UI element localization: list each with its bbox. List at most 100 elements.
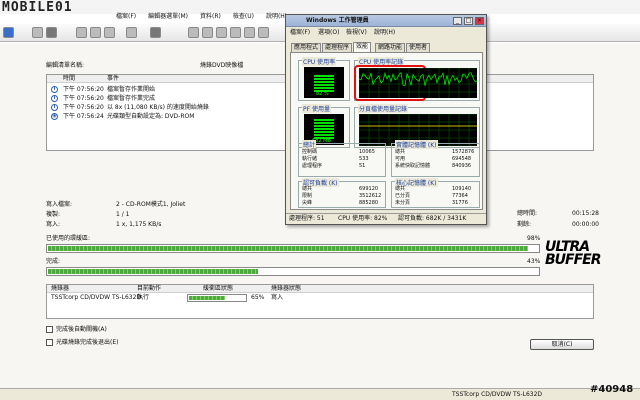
table-row[interactable]: TSSTcorp CD/DVDW TS-L632D 執行 65% 寫入 (47, 294, 593, 303)
tm-menu-help[interactable]: 說明(H) (374, 30, 395, 36)
commit-charge-group: 認可負載 (K) 總共 699120 限制 3512612 尖峰 885280 (298, 178, 386, 208)
menu-file[interactable]: 檔案(F) (116, 13, 136, 20)
drive-name: TSSTcorp CD/DVDW TS-L632D (51, 294, 142, 301)
status-processes: 處理程序: 51 (289, 215, 325, 222)
minimize-icon[interactable]: _ (453, 17, 462, 25)
write-mode-value: 2 - CD-ROM模式1, Joliet (116, 201, 186, 208)
menu-check[interactable]: 檢查(U) (233, 13, 254, 20)
task-manager-titlebar[interactable]: Windows 工作管理員 _ □ × (286, 15, 486, 27)
tab-processes[interactable]: 處理程序 (322, 43, 353, 52)
close-icon[interactable]: × (475, 17, 484, 25)
log-time: 下午 07:56:24 (63, 113, 104, 120)
maximize-icon[interactable]: □ (464, 17, 473, 25)
drive-buffer-percent: 65% (251, 294, 265, 301)
kernel-memory-group: 核心記憶體 (K) 總共 109140 已分頁 77364 未分頁 31776 (391, 178, 480, 208)
buffer-used-fill (48, 246, 529, 251)
write-mode-label: 寫入檔案: (46, 201, 73, 208)
status-drive: TSSTcorp CD/DVDW TS-L632D (452, 391, 543, 398)
shutdown-checkbox[interactable] (46, 326, 53, 333)
tab-applications[interactable]: 應用程式 (291, 43, 322, 52)
buffer-used-bar (46, 244, 540, 253)
col-event: 事件 (107, 75, 120, 82)
buffer-used-percent: 98% (527, 235, 541, 242)
device-table[interactable]: 燒錄器 目前動作 緩衝區狀態 燒錄器狀態 TSSTcorp CD/DVDW TS… (46, 284, 594, 319)
menu-data[interactable]: 資料(R) (200, 13, 221, 20)
info-icon: i (51, 104, 58, 111)
device-header: 燒錄器 目前動作 緩衝區狀態 燒錄器狀態 (47, 285, 593, 293)
burn-icon[interactable] (150, 27, 161, 38)
tm-menu-options[interactable]: 選項(O) (318, 30, 339, 36)
properties-icon[interactable] (188, 27, 199, 38)
ultrabuffer-logo: ULTRA BUFFER (545, 239, 602, 268)
done-progress-bar (46, 267, 540, 276)
col-buffer: 緩衝區狀態 (203, 285, 234, 292)
project-label: 編輯清單名稱: (46, 62, 85, 69)
task-manager-window[interactable]: Windows 工作管理員 _ □ × 檔案(F) 選項(O) 檢視(V) 說明… (285, 14, 487, 225)
menu-editor[interactable]: 編輯器選單(M) (148, 13, 188, 20)
menu-help[interactable]: 說明(H) (266, 13, 287, 20)
new-icon[interactable] (3, 27, 14, 38)
task-manager-title: Windows 工作管理員 (306, 17, 369, 24)
status-bar: TSSTcorp CD/DVDW TS-L632D (0, 388, 640, 400)
log-event: 檔案暫存作業完成 (107, 95, 156, 102)
col-drive: 燒錄器 (51, 285, 70, 292)
cut-icon[interactable] (76, 27, 87, 38)
copies-value: 1 / 1 (116, 211, 130, 218)
done-label: 完成: (46, 258, 61, 265)
logo: MOBILE01 (2, 0, 73, 15)
speed-value: 1 x, 1,175 KB/s (116, 221, 162, 228)
save-icon[interactable] (46, 27, 57, 38)
log-time: 下午 07:56:20 (63, 95, 104, 102)
buffer-used-label: 已使用的環緩區: (46, 235, 91, 242)
log-time: 下午 07:56:20 (63, 86, 104, 93)
disc-type: 燒錄DVD映像檔 (200, 62, 244, 69)
open-icon[interactable] (32, 27, 43, 38)
cpu-usage-meter: 82 % (304, 67, 344, 98)
total-time: 00:15:28 (572, 210, 599, 217)
log-time: 下午 07:56:20 (63, 104, 104, 111)
eject-checkbox[interactable] (46, 339, 53, 346)
drive-buffer-fill (189, 296, 225, 300)
log-event: 以 8x (11,080 KB/s) 的速度開始燒錄 (107, 104, 209, 111)
cpu-history-group: CPU 使用率記錄 (354, 57, 480, 101)
task-manager-statusbar: 處理程序: 51 CPU 使用率: 82% 認可負載: 682K / 3431K (286, 213, 486, 224)
done-percent: 43% (527, 258, 541, 265)
cpu-history-graph (359, 68, 477, 98)
tm-menu-view[interactable]: 檢視(V) (346, 30, 367, 36)
paste-icon[interactable] (104, 27, 115, 38)
info-icon: i (51, 86, 58, 93)
speed-label: 寫入: (46, 221, 61, 228)
drive-action: 執行 (137, 294, 150, 301)
help-icon[interactable] (244, 27, 255, 38)
status-cpu: CPU 使用率: 82% (338, 215, 388, 222)
log-event: 檔案暫存作業開始 (107, 86, 156, 93)
drive-status: 寫入 (271, 294, 284, 301)
eject-label: 光碟燒錄完成後退出(E) (56, 339, 119, 346)
tm-menu-file[interactable]: 檔案(F) (290, 30, 310, 36)
compress-icon[interactable] (202, 27, 213, 38)
info-icon[interactable] (216, 27, 227, 38)
log-event: 光碟類型自動設定為: DVD-ROM (107, 113, 195, 120)
menu-bar: 檔案(F) 編輯器選單(M) 資料(R) 檢查(U) 說明(H) (116, 14, 299, 23)
remain-label: 剩餘: (517, 221, 532, 228)
watermark: #40948 (590, 384, 634, 395)
power-icon[interactable] (258, 27, 269, 38)
col-status: 燒錄器狀態 (271, 285, 302, 292)
copy-icon[interactable] (90, 27, 101, 38)
done-progress-fill (48, 269, 258, 274)
drive-buffer-bar (187, 294, 247, 302)
remain-time: 00:00:00 (572, 221, 599, 228)
cancel-button[interactable]: 取消(C) (530, 339, 594, 350)
mount-icon[interactable] (230, 27, 241, 38)
physical-memory-group: 實體記憶體 (K) 總共 1572876 可用 694548 系統快取記憶體 8409… (391, 140, 480, 177)
copies-label: 複製: (46, 211, 61, 218)
tab-users[interactable]: 使用者 (406, 43, 431, 52)
total-time-label: 總時間: (517, 210, 538, 217)
cpu-usage-value: 82 % (316, 91, 329, 97)
disc-icon: ◉ (51, 113, 58, 120)
cpu-usage-group: CPU 使用率 82 % (298, 57, 350, 101)
tab-networking[interactable]: 網路功能 (375, 43, 406, 52)
col-time: 時間 (63, 75, 76, 82)
delete-icon[interactable] (126, 27, 137, 38)
col-action: 目前動作 (137, 285, 162, 292)
